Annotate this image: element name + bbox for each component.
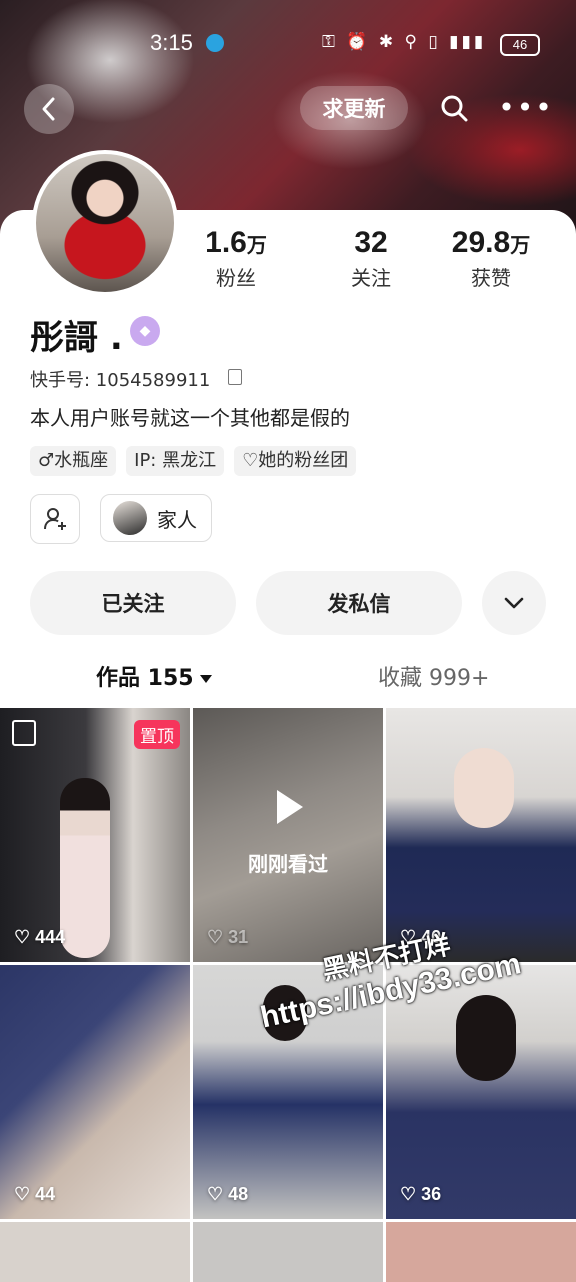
likes-label: 获赞 — [471, 266, 511, 290]
play-icon — [277, 790, 303, 824]
action-row: 已关注 发私信 — [30, 571, 546, 635]
creator-badge-icon[interactable]: ◆ — [130, 316, 160, 346]
telegram-icon — [206, 34, 224, 52]
add-user-icon — [44, 508, 66, 530]
followers-count: 1.6 — [205, 226, 247, 259]
search-button[interactable] — [432, 88, 476, 128]
copy-icon[interactable] — [228, 369, 242, 385]
heart-icon: ♡ — [242, 450, 259, 471]
heart-icon: ♡ — [400, 1184, 417, 1204]
heart-icon: ♡ — [207, 927, 224, 947]
search-icon — [441, 95, 468, 122]
kuaishou-id: 快手号: 1054589911 — [30, 366, 210, 392]
tab-works[interactable]: 作品 155 — [96, 660, 212, 692]
tag-ip-location: IP: 黑龙江 — [126, 446, 225, 476]
profile-name: 彤謌 . — [30, 318, 123, 358]
image-post-icon — [12, 720, 36, 746]
avatar[interactable] — [32, 150, 178, 296]
status-icons: ⚿ ⏰ ✱ ⚲ ▯ ▮▮▮ — [322, 32, 487, 52]
family-label: 家人 — [157, 507, 197, 532]
likes-count: 29.8 — [451, 226, 511, 259]
video-thumbnail[interactable]: 刚刚看过 ♡ 31 — [193, 708, 383, 962]
status-time: 3:15 — [150, 30, 193, 55]
likes-stat[interactable]: 29.8万 获赞 — [431, 226, 551, 291]
following-label: 关注 — [351, 266, 391, 290]
followed-button[interactable]: 已关注 — [30, 571, 236, 635]
tag-zodiac[interactable]: ♂水瓶座 — [30, 446, 117, 476]
like-count: ♡ 444 — [14, 927, 66, 947]
status-bar: 3:15 ⚿ ⏰ ✱ ⚲ ▯ ▮▮▮ 46 — [0, 26, 576, 60]
family-avatar — [113, 501, 147, 535]
message-button[interactable]: 发私信 — [256, 571, 462, 635]
video-thumbnail[interactable] — [0, 1222, 190, 1282]
add-friend-button[interactable] — [30, 494, 80, 544]
chevron-down-icon — [504, 597, 524, 609]
more-icon: ••• — [498, 91, 554, 124]
tag-fan-club[interactable]: ♡她的粉丝团 — [234, 446, 357, 476]
content-tabs: 作品 155 收藏 999+ — [0, 656, 576, 700]
request-update-button[interactable]: 求更新 — [300, 86, 408, 130]
heart-icon: ♡ — [14, 927, 31, 947]
back-button[interactable] — [24, 84, 74, 134]
video-thumbnail[interactable] — [193, 1222, 383, 1282]
followers-stat[interactable]: 1.6万 粉丝 — [176, 226, 296, 291]
profile-bio: 本人用户账号就这一个其他都是假的 — [30, 406, 350, 430]
video-thumbnail[interactable]: 置顶 ♡ 444 — [0, 708, 190, 962]
like-count: ♡ 44 — [14, 1184, 56, 1204]
pinned-badge: 置顶 — [134, 720, 180, 749]
likes-unit: 万 — [510, 235, 531, 257]
heart-icon: ♡ — [14, 1184, 31, 1204]
caret-down-icon — [199, 675, 212, 683]
kuaishou-id-label: 快手号: — [30, 370, 96, 391]
followers-unit: 万 — [246, 235, 267, 257]
family-button[interactable]: 家人 — [100, 494, 212, 542]
following-stat[interactable]: 32 关注 — [311, 226, 431, 291]
family-row: 家人 — [30, 494, 212, 544]
zodiac-icon: ♂ — [38, 450, 55, 471]
tab-favorites[interactable]: 收藏 999+ — [378, 660, 489, 692]
chevron-left-icon — [42, 97, 55, 121]
like-count: ♡ 36 — [400, 1184, 442, 1204]
expand-button[interactable] — [482, 571, 546, 635]
profile-tags: ♂水瓶座 IP: 黑龙江 ♡她的粉丝团 — [30, 446, 357, 476]
video-thumbnail[interactable] — [386, 1222, 576, 1282]
battery-icon: 46 — [500, 34, 540, 56]
like-count: ♡ 31 — [207, 927, 249, 947]
recently-watched-label: 刚刚看过 — [248, 852, 328, 876]
kuaishou-id-value: 1054589911 — [95, 370, 211, 391]
heart-icon: ♡ — [207, 1184, 224, 1204]
following-count: 32 — [354, 226, 388, 259]
like-count: ♡ 48 — [207, 1184, 249, 1204]
video-thumbnail[interactable]: ♡ 44 — [0, 965, 190, 1219]
followers-label: 粉丝 — [216, 266, 256, 290]
more-options-button[interactable]: ••• — [498, 88, 552, 128]
